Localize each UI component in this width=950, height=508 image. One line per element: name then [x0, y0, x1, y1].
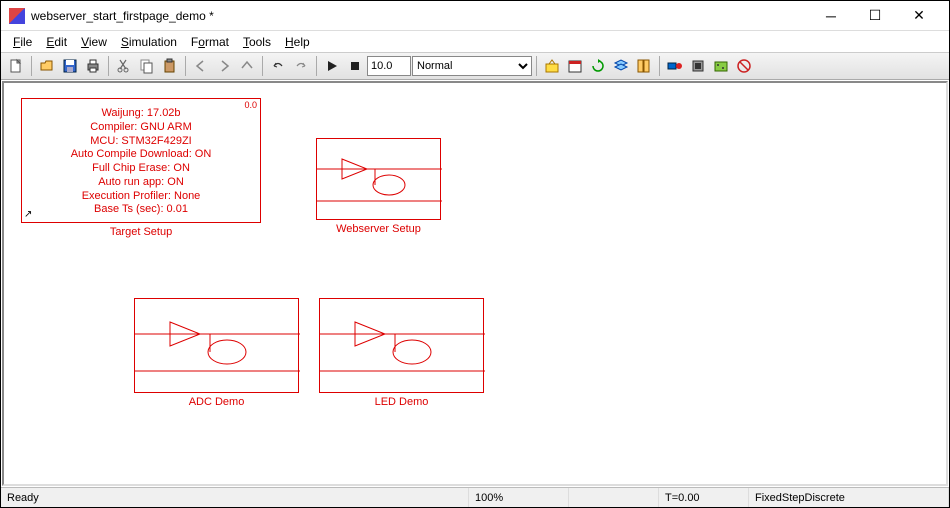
menu-simulation[interactable]: Simulation — [115, 33, 183, 51]
led-demo-label: LED Demo — [319, 396, 484, 408]
menu-file[interactable]: File — [7, 33, 38, 51]
paste-button[interactable] — [159, 55, 181, 77]
model-canvas[interactable]: 0.0 Waijung: 17.02b Compiler: GNU ARM MC… — [2, 81, 948, 486]
status-bar: Ready 100% T=0.00 FixedStepDiscrete — [1, 487, 949, 507]
menu-edit[interactable]: Edit — [40, 33, 73, 51]
save-button[interactable] — [59, 55, 81, 77]
stop-button[interactable] — [344, 55, 366, 77]
minimize-button[interactable]: ─ — [809, 2, 853, 30]
new-button[interactable] — [5, 55, 27, 77]
status-blank — [569, 488, 659, 507]
status-ready: Ready — [1, 488, 469, 507]
stop-time-input[interactable] — [367, 56, 411, 76]
menu-help[interactable]: Help — [279, 33, 316, 51]
layers-icon[interactable] — [610, 55, 632, 77]
adc-demo-block[interactable] — [134, 298, 299, 393]
link-icon: ↗ — [24, 209, 32, 222]
maximize-button[interactable]: ☐ — [853, 2, 897, 30]
undo-button[interactable] — [267, 55, 289, 77]
build-icon[interactable] — [541, 55, 563, 77]
webserver-setup-block[interactable] — [316, 138, 441, 220]
webserver-setup-label: Webserver Setup — [316, 223, 441, 235]
library-icon[interactable] — [633, 55, 655, 77]
target-setup-label: Target Setup — [21, 226, 261, 238]
chip-icon[interactable] — [687, 55, 709, 77]
forward-button[interactable] — [213, 55, 235, 77]
cut-button[interactable] — [113, 55, 135, 77]
target-icon[interactable] — [664, 55, 686, 77]
back-button[interactable] — [190, 55, 212, 77]
close-button[interactable]: ✕ — [897, 2, 941, 30]
disable-icon[interactable] — [733, 55, 755, 77]
target-setup-block[interactable]: 0.0 Waijung: 17.02b Compiler: GNU ARM MC… — [21, 98, 261, 223]
play-button[interactable] — [321, 55, 343, 77]
up-button[interactable] — [236, 55, 258, 77]
redo-button[interactable] — [290, 55, 312, 77]
print-button[interactable] — [82, 55, 104, 77]
block-corner-label: 0.0 — [244, 100, 257, 111]
adc-demo-label: ADC Demo — [134, 396, 299, 408]
title-bar: webserver_start_firstpage_demo * ─ ☐ ✕ — [1, 1, 949, 31]
open-button[interactable] — [36, 55, 58, 77]
app-icon — [9, 8, 25, 24]
status-zoom: 100% — [469, 488, 569, 507]
toolbar: Normal — [1, 52, 949, 80]
led-demo-block[interactable] — [319, 298, 484, 393]
status-time: T=0.00 — [659, 488, 749, 507]
menu-view[interactable]: View — [75, 33, 113, 51]
board-icon[interactable] — [710, 55, 732, 77]
menu-bar: File Edit View Simulation Format Tools H… — [1, 31, 949, 52]
menu-format[interactable]: Format — [185, 33, 235, 51]
date-icon[interactable] — [564, 55, 586, 77]
simulation-mode-select[interactable]: Normal — [412, 56, 532, 76]
window-title: webserver_start_firstpage_demo * — [31, 9, 809, 23]
menu-tools[interactable]: Tools — [237, 33, 277, 51]
refresh-icon[interactable] — [587, 55, 609, 77]
status-solver: FixedStepDiscrete — [749, 488, 949, 507]
copy-button[interactable] — [136, 55, 158, 77]
